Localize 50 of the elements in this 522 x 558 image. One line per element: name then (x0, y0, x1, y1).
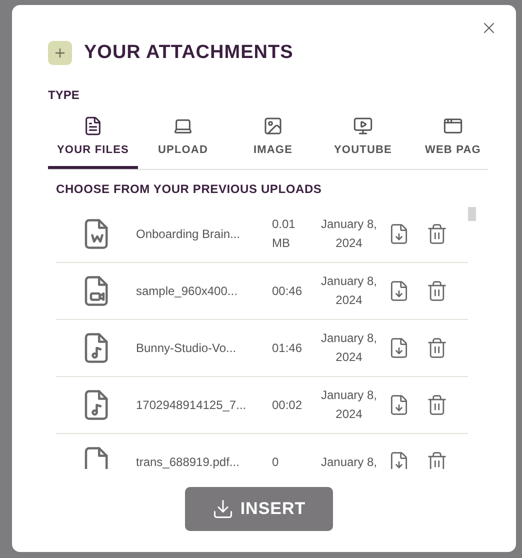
trash-icon (426, 451, 448, 469)
image-icon (263, 116, 283, 136)
tab[interactable]: IMAGE (228, 116, 318, 169)
file-size: 0.01 MB (272, 216, 296, 252)
section-title: CHOOSE FROM YOUR PREVIOUS UPLOADS (56, 181, 323, 198)
file-date: January 8, 2024 (320, 273, 378, 309)
tab[interactable]: WEB PAG (408, 116, 488, 169)
file-size: 00:02 (272, 396, 304, 414)
download-icon (212, 498, 234, 520)
file-name: trans_688919.pdf... (136, 454, 240, 469)
insert-button[interactable]: INSERT (185, 487, 333, 531)
video-file-icon (82, 276, 110, 306)
document-icon (83, 116, 103, 136)
tab[interactable]: UPLOAD (138, 116, 228, 169)
browser-window-icon (443, 116, 463, 136)
file-download-icon (388, 223, 410, 245)
trash-icon (426, 223, 448, 245)
file-row[interactable]: 1702948914125_7... 00:02 January 8, 2024 (56, 377, 468, 434)
file-download-icon (388, 337, 410, 359)
file-name: sample_960x400... (136, 283, 238, 300)
file-date: January 8, 2024 (320, 216, 378, 252)
type-label: TYPE (48, 86, 80, 104)
file-row[interactable]: Onboarding Brain... 0.01 MB January 8, 2024 (56, 206, 468, 263)
file-size: 01:46 (272, 340, 304, 356)
file-name: Bunny-Studio-Vo... (136, 340, 238, 357)
trash-icon (426, 280, 448, 302)
tab[interactable]: YOUTUBE (318, 116, 408, 169)
file-row[interactable]: Bunny-Studio-Vo... 01:46 January 8, 2024 (56, 320, 468, 377)
file-icon (82, 447, 110, 469)
audio-file-icon (82, 390, 110, 420)
dialog-title: YOUR ATTACHMENTS (84, 41, 294, 65)
file-date: January 8, 2024 (320, 387, 378, 423)
file-download-icon (388, 394, 410, 416)
file-name: Onboarding Brain... (136, 226, 242, 243)
video-player-icon (353, 116, 373, 136)
file-name: 1702948914125_7... (136, 397, 248, 414)
trash-icon (426, 394, 448, 416)
trash-icon (426, 337, 448, 359)
file-size: 0 (272, 454, 280, 469)
add-icon (48, 41, 72, 66)
scrollbar[interactable] (468, 207, 476, 221)
audio-file-icon (82, 333, 110, 363)
file-download-icon (388, 451, 410, 469)
word-file-icon (82, 219, 110, 249)
tab[interactable]: YOUR FILES (48, 116, 138, 169)
file-size: 00:46 (272, 282, 304, 300)
file-download-icon (388, 280, 410, 302)
file-row[interactable]: sample_960x400... 00:46 January 8, 2024 (56, 263, 468, 320)
file-date: January 8, (320, 454, 378, 469)
file-date: January 8, 2024 (320, 330, 378, 366)
